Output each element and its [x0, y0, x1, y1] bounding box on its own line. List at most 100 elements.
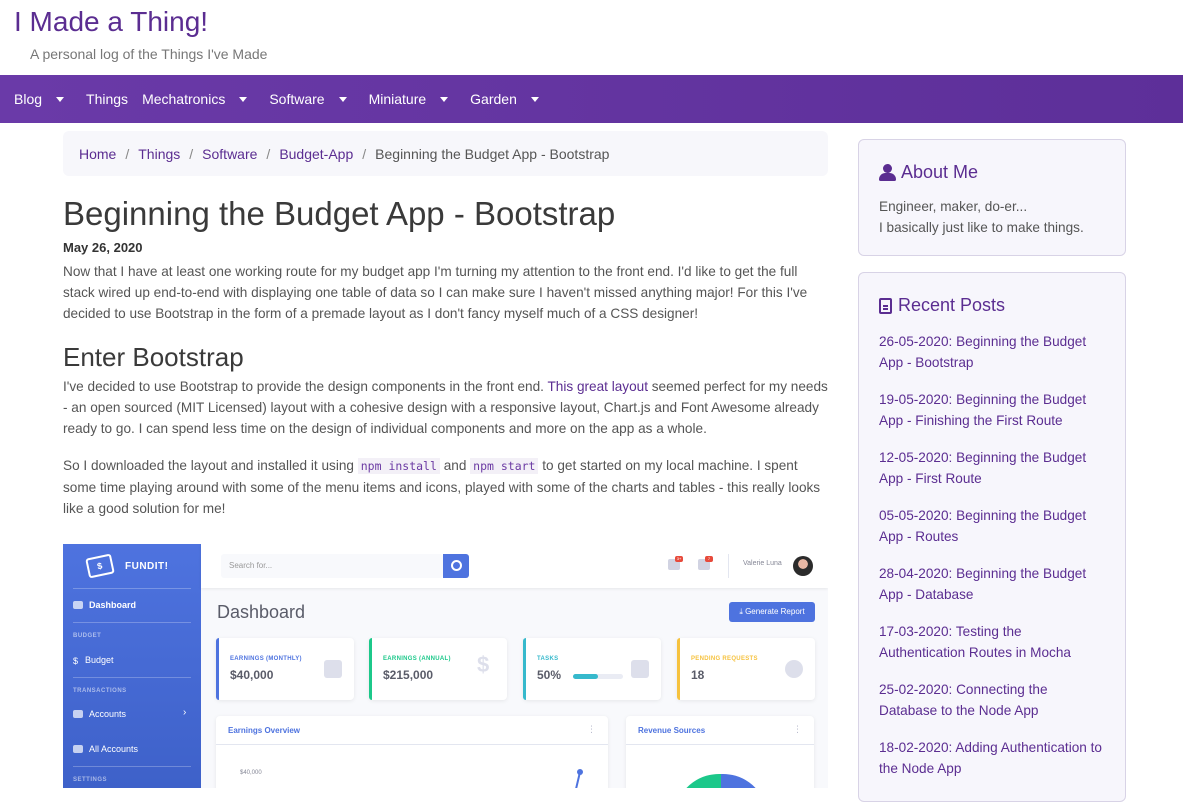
section-label: BUDGET: [73, 633, 102, 639]
breadcrumb-separator: /: [125, 145, 130, 162]
caret-down-icon: [239, 96, 248, 102]
nav-item-software[interactable]: Software: [269, 91, 347, 107]
chevron-right-icon: ›: [183, 707, 187, 718]
tasks-progress-bar: [573, 674, 623, 679]
recent-post-link[interactable]: 12-05-2020: Beginning the Budget App - F…: [879, 447, 1109, 489]
nav-label: Garden: [470, 91, 517, 107]
dollar-icon: $: [477, 652, 490, 677]
section-label: TRANSACTIONS: [73, 688, 127, 694]
recent-posts-widget: Recent Posts 26-05-2020: Beginning the B…: [858, 272, 1126, 802]
recent-post-link[interactable]: 26-05-2020: Beginning the Budget App - B…: [879, 331, 1109, 373]
text: So I downloaded the layout and installed…: [63, 458, 358, 473]
breadcrumb-software[interactable]: Software: [202, 146, 257, 162]
pie-slice: [721, 773, 756, 788]
screenshot-sidebar: $ FUNDIT! Dashboard BUDGET $ Budget TRANSA…: [63, 544, 201, 788]
divider: [73, 588, 191, 589]
stat-card-pending: PENDING REQUESTS 18: [677, 638, 815, 700]
about-me-text: Engineer, maker, do-er... I basically ju…: [879, 196, 1084, 238]
post-date: 19-05-2020:: [879, 392, 953, 407]
breadcrumb-budget-app[interactable]: Budget-App: [279, 146, 353, 162]
site-header: I Made a Thing! A personal log of the Th…: [0, 0, 1183, 75]
post-date: 05-05-2020:: [879, 508, 953, 523]
recent-post-link[interactable]: 28-04-2020: Beginning the Budget App - D…: [879, 563, 1109, 605]
clipboard-icon: [631, 660, 649, 678]
card-value: $40,000: [230, 668, 274, 682]
card-accent: [216, 638, 219, 700]
card-label: EARNINGS (ANNUAL): [383, 656, 451, 662]
post-paragraph-1: I've decided to use Bootstrap to provide…: [63, 376, 831, 439]
breadcrumb: Home / Things / Software / Budget-App / …: [63, 131, 828, 176]
placeholder: Search for...: [229, 561, 273, 570]
pie-slice: [686, 773, 721, 788]
card-value: 50%: [537, 668, 562, 682]
card-accent: [369, 638, 372, 700]
nav-item-miniature[interactable]: Miniature: [369, 91, 449, 107]
calendar-icon: [324, 660, 342, 678]
card-accent: [677, 638, 680, 700]
screenshot-brand: $ FUNDIT!: [85, 553, 169, 579]
card-value: 18: [691, 668, 705, 682]
dollar-icon: $: [73, 656, 79, 666]
dashboard-icon: [73, 601, 83, 609]
nav-item-mechatronics[interactable]: Mechatronics: [142, 91, 248, 107]
breadcrumb-things[interactable]: Things: [138, 146, 180, 162]
nav-label: Miniature: [368, 91, 427, 107]
about-me-widget: About Me Engineer, maker, do-er... I bas…: [858, 139, 1126, 256]
text: and: [439, 458, 471, 473]
post-intro: Now that I have at least one working rou…: [63, 264, 808, 321]
screenshot-search: Search for...: [221, 554, 469, 578]
caret-down-icon: [56, 96, 65, 102]
code-npm-install: npm install: [357, 458, 440, 474]
breadcrumb-home[interactable]: Home: [79, 146, 116, 162]
caret-down-icon: [530, 96, 539, 102]
recent-post-link[interactable]: 18-02-2020: Adding Authentication to the…: [879, 737, 1109, 779]
document-icon: [879, 297, 892, 314]
alerts-badge: 3+: [675, 556, 683, 562]
card-label: PENDING REQUESTS: [691, 656, 758, 662]
divider: [73, 766, 191, 767]
code-npm-start: npm start: [470, 458, 539, 474]
nav-item-things[interactable]: Things: [86, 91, 128, 107]
screenshot-generate-report-button: ⤓ Generate Report: [729, 602, 815, 622]
screenshot-nav-dashboard: Dashboard: [73, 600, 136, 610]
recent-post-link[interactable]: 17-03-2020: Testing the Authentication R…: [879, 621, 1109, 663]
recent-post-link[interactable]: 19-05-2020: Beginning the Budget App - F…: [879, 389, 1109, 431]
section-label: SETTINGS: [73, 777, 108, 783]
avatar: [793, 556, 813, 576]
nav-label: Software: [269, 91, 325, 107]
recent-post-link[interactable]: 05-05-2020: Beginning the Budget App - R…: [879, 505, 1109, 547]
accounts-icon: [73, 745, 83, 753]
dashboard-screenshot: $ FUNDIT! Dashboard BUDGET $ Budget TRANSA…: [63, 544, 828, 788]
great-layout-link[interactable]: This great layout: [547, 379, 648, 394]
brand-text: FUNDIT!: [125, 560, 169, 572]
user-icon: [879, 164, 896, 181]
nav-label: Mechatronics: [142, 91, 226, 107]
post-date: 18-02-2020:: [879, 740, 953, 755]
nav-item-blog[interactable]: Blog: [14, 91, 65, 107]
post-title: Beginning the Budget App - Bootstrap: [63, 195, 616, 232]
recent-posts-list: 26-05-2020: Beginning the Budget App - B…: [879, 331, 1109, 795]
tasks-progress-fill: [573, 674, 598, 679]
revenue-sources-panel: Revenue Sources ⋮: [626, 716, 814, 788]
nav-item-garden[interactable]: Garden: [470, 91, 539, 107]
site-title[interactable]: I Made a Thing!: [14, 6, 208, 38]
about-line: Engineer, maker, do-er...: [879, 199, 1028, 214]
label: All Accounts: [89, 744, 139, 754]
chart-point: [577, 769, 583, 775]
messages-badge: 7: [705, 556, 713, 562]
breadcrumb-current: Beginning the Budget App - Bootstrap: [375, 145, 610, 162]
earnings-overview-panel: Earnings Overview ⋮ $40,000: [216, 716, 608, 788]
earnings-line-chart: [575, 769, 583, 788]
section-heading: Enter Bootstrap: [63, 342, 244, 372]
comments-icon: [785, 660, 803, 678]
screenshot-nav-all-accounts: All Accounts: [73, 744, 138, 754]
about-line: I basically just like to make things.: [879, 220, 1084, 235]
about-me-title: About Me: [879, 162, 978, 183]
recent-post-link[interactable]: 25-02-2020: Connecting the Database to t…: [879, 679, 1109, 721]
widget-title-text: Recent Posts: [898, 295, 1006, 315]
post-date: 17-03-2020:: [879, 624, 953, 639]
money-icon: $: [85, 553, 115, 579]
caret-down-icon: [338, 96, 347, 102]
card-accent: [523, 638, 526, 700]
stat-card-monthly: EARNINGS (MONTHLY) $40,000: [216, 638, 354, 700]
